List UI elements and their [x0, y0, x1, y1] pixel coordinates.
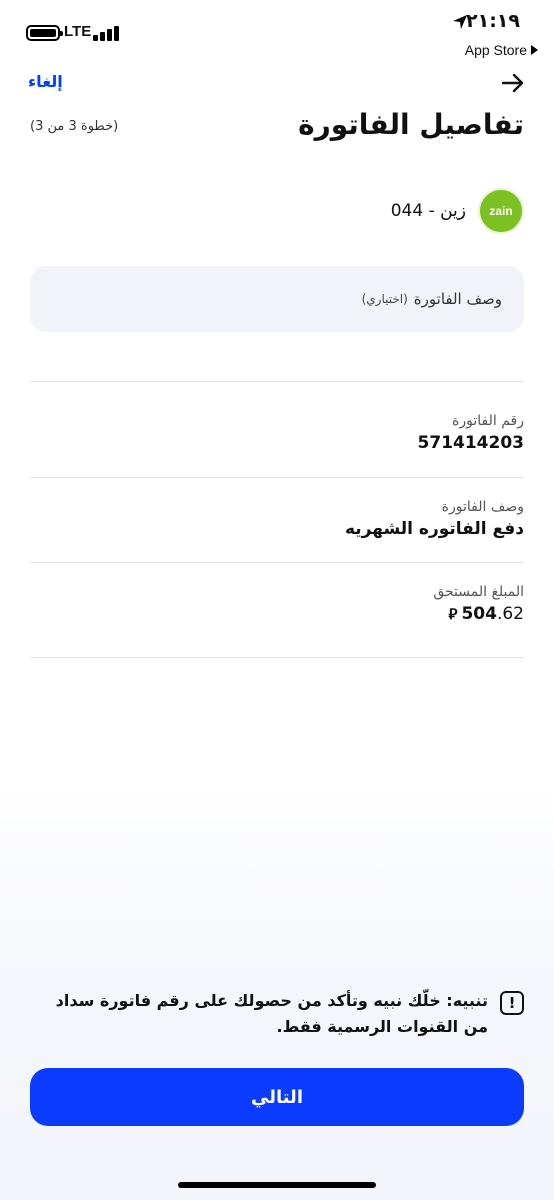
status-time: ٢١:١٩ — [466, 10, 520, 32]
signal-icon — [93, 25, 121, 41]
step-indicator: (خطوة 3 من 3) — [30, 119, 119, 134]
bill-description-label: وصف الفاتورة — [441, 499, 524, 515]
amount-integer: 504 — [461, 604, 497, 624]
description-placeholder: وصف الفاتورة — [413, 290, 502, 308]
amount-due-value: ⃁ 504 .62 — [30, 604, 524, 624]
riyal-icon: ⃁ — [448, 605, 458, 623]
divider — [30, 562, 524, 563]
amount-due-label: المبلغ المستحق — [433, 584, 524, 600]
bill-description-value: دفع الفاتوره الشهريه — [345, 519, 524, 539]
status-bar: LTE ٢١:١٩ App Store — [0, 0, 554, 66]
warning-notice: ! تنبيه: خلّك نبيه وتأكد من حصولك على رق… — [50, 988, 524, 1040]
battery-icon — [26, 25, 63, 41]
bill-description-input[interactable]: وصف الفاتورة (اختياري) — [30, 266, 524, 332]
nav-row: إلغاء — [28, 70, 526, 100]
zain-logo: zain — [478, 188, 524, 234]
provider-logo-text: zain — [489, 204, 513, 218]
warning-text: تنبيه: خلّك نبيه وتأكد من حصولك على رقم … — [55, 991, 488, 1036]
next-button[interactable]: التالي — [30, 1068, 524, 1126]
bill-number-value: 571414203 — [417, 433, 524, 453]
back-to-app-store[interactable]: App Store — [465, 42, 538, 58]
optional-hint: (اختياري) — [361, 292, 408, 306]
divider — [30, 381, 524, 382]
back-arrow-icon[interactable] — [500, 70, 526, 96]
provider-name: 044 - زين — [390, 201, 466, 221]
amount-due-row: المبلغ المستحق ⃁ 504 .62 — [30, 584, 524, 624]
provider-row: zain 044 - زين — [391, 188, 524, 234]
amount-decimal: .62 — [496, 604, 524, 624]
play-triangle-icon — [531, 45, 538, 55]
exclamation-icon: ! — [500, 991, 524, 1015]
back-app-label: App Store — [464, 42, 527, 58]
bill-number-label: رقم الفاتورة — [452, 413, 524, 429]
page-title: تفاصيل الفاتورة — [298, 108, 524, 141]
divider — [30, 477, 524, 478]
cancel-button[interactable]: إلغاء — [28, 72, 63, 91]
bill-description-row: وصف الفاتورة دفع الفاتوره الشهريه — [30, 499, 524, 539]
bill-number-row: رقم الفاتورة 571414203 — [30, 413, 524, 453]
home-indicator — [178, 1182, 376, 1188]
divider — [30, 657, 524, 658]
network-type: LTE — [64, 23, 92, 40]
